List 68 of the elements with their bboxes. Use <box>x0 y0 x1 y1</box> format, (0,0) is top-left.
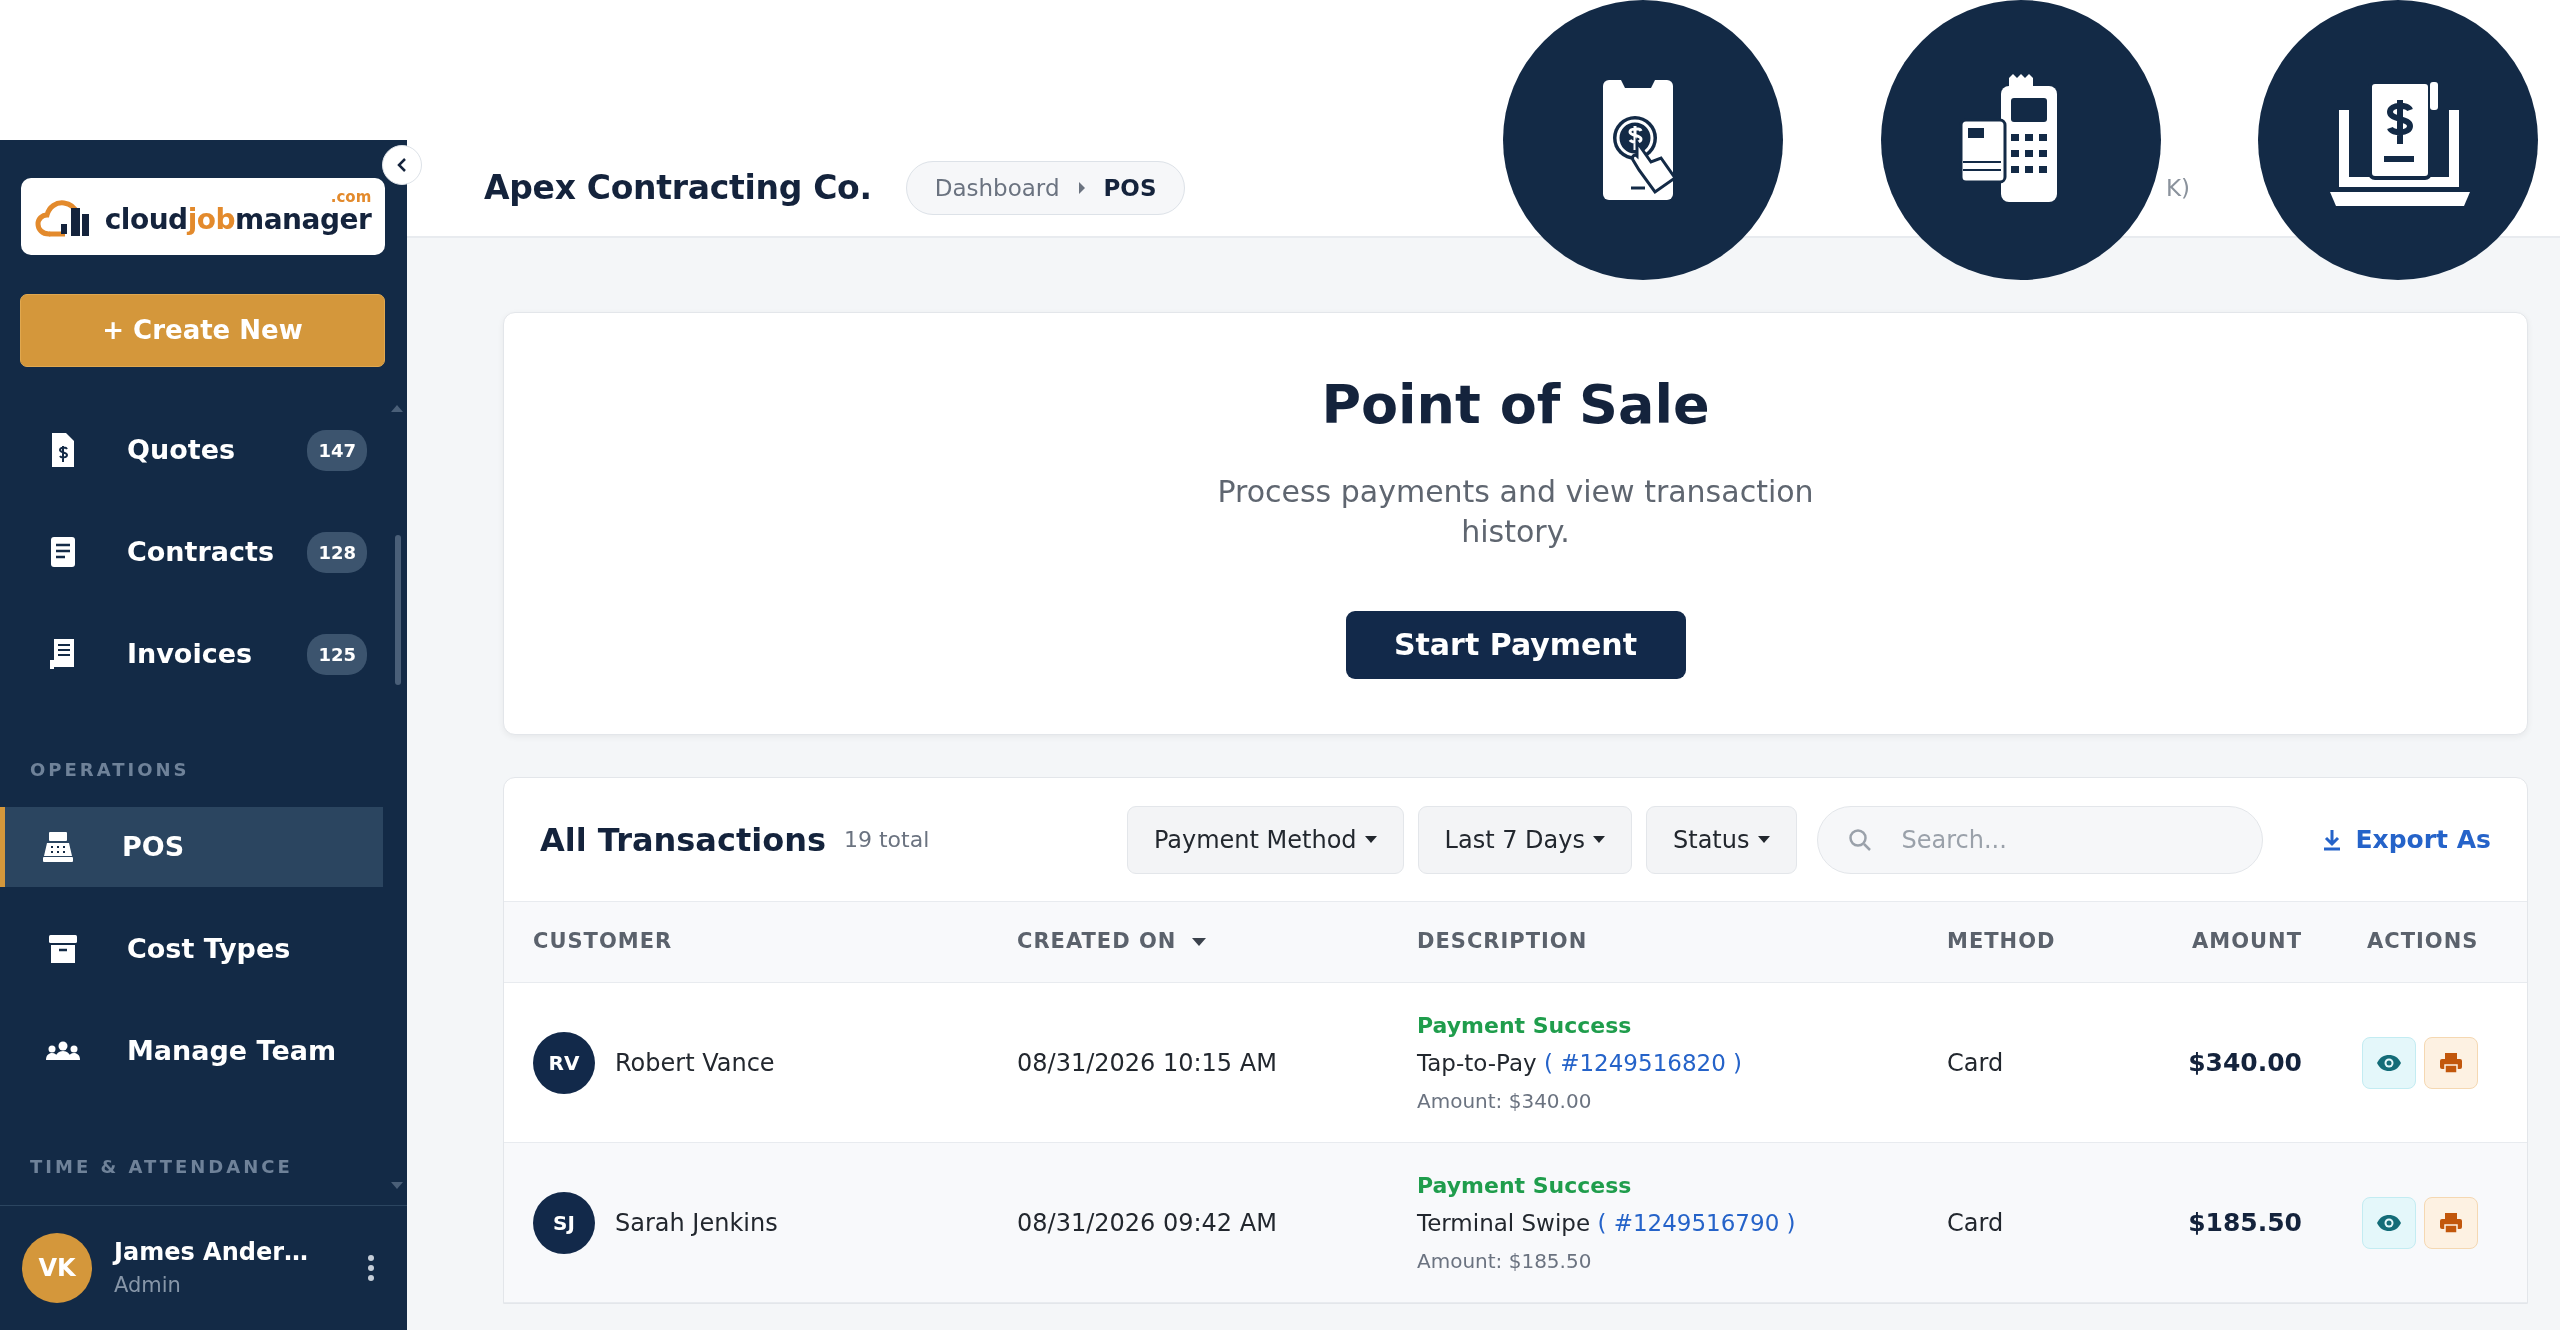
filter-dropdown[interactable]: Payment Method <box>1126 805 1404 874</box>
payment-channel: Terminal Swipe <box>1417 1209 1591 1236</box>
column-header: METHOD <box>1947 928 2056 956</box>
payment-method: Card <box>1947 1048 2004 1077</box>
sidebar-item[interactable]: Invoices 125 <box>0 614 383 694</box>
section-heading: OPERATIONS <box>29 758 191 782</box>
print-button[interactable] <box>2424 1196 2478 1249</box>
payment-status: Payment Success <box>1417 1171 1633 1200</box>
sidebar-item[interactable]: POS <box>0 807 383 887</box>
view-button[interactable] <box>2362 1036 2416 1089</box>
export-link[interactable]: Export As <box>2321 820 2491 859</box>
eye-icon <box>2376 1053 2402 1072</box>
breadcrumb-link[interactable]: Dashboard <box>934 170 1060 206</box>
logo-domain: .com <box>330 189 372 205</box>
amount: $185.50 <box>2188 1207 2302 1237</box>
payment-method: Card <box>1947 1208 2004 1237</box>
search-shortcut-text: K) <box>2165 173 2190 203</box>
customer-name: Sarah Jenkins <box>615 1207 778 1239</box>
amount-note: Amount: $185.50 <box>1417 1248 1593 1276</box>
column-header: AMOUNT <box>2192 928 2302 956</box>
chevron-right-icon <box>1077 182 1086 194</box>
download-icon <box>2321 827 2342 852</box>
total-count: 19 total <box>844 826 930 854</box>
search-field[interactable]: Search... <box>1816 805 2263 874</box>
count-badge: 147 <box>307 429 367 471</box>
column-header[interactable]: CREATED ON <box>1017 926 1177 958</box>
view-button[interactable] <box>2362 1196 2416 1249</box>
payment-channel: Tap-to-Pay <box>1417 1049 1537 1076</box>
count-badge: 128 <box>307 531 367 573</box>
chevron-left-icon <box>395 156 409 174</box>
column-header: CUSTOMER <box>533 928 673 956</box>
eye-icon <box>2376 1213 2402 1232</box>
filter-dropdown[interactable]: Last 7 Days <box>1417 805 1632 874</box>
count-badge: 125 <box>307 633 367 675</box>
company-name: Apex Contracting Co. <box>484 167 872 210</box>
breadcrumb-current: POS <box>1103 173 1157 203</box>
customer-name: Robert Vance <box>615 1047 775 1079</box>
customer-avatar: RV <box>533 1031 595 1094</box>
created-date: 08/31/2026 09:42 AM <box>1017 1208 1277 1237</box>
user-role: Admin <box>114 1272 182 1300</box>
sidebar-item[interactable]: Contracts 128 <box>0 512 383 592</box>
transaction-link[interactable]: ( #1249516790 ) <box>1597 1209 1796 1236</box>
transaction-link[interactable]: ( #1249516820 ) <box>1543 1049 1743 1076</box>
section-title: All Transactions <box>540 819 826 861</box>
kebab-menu-icon <box>367 1255 375 1281</box>
created-date: 08/31/2026 10:15 AM <box>1017 1048 1277 1077</box>
sidebar-item[interactable]: Cost Types <box>0 909 383 989</box>
sort-caret-icon[interactable] <box>1192 938 1207 946</box>
printer-icon <box>2439 1051 2463 1074</box>
user-name: James Ander… <box>114 1237 308 1269</box>
printer-icon <box>2439 1211 2463 1234</box>
customer-avatar: SJ <box>533 1191 595 1254</box>
search-icon <box>1846 826 1873 853</box>
column-header: DESCRIPTION <box>1417 928 1588 956</box>
column-header: ACTIONS <box>2367 928 2479 956</box>
print-button[interactable] <box>2424 1036 2478 1089</box>
logo-wordmark: cloudjobmanager <box>104 204 372 236</box>
filter-dropdown[interactable]: Status <box>1646 805 1797 874</box>
amount-note: Amount: $340.00 <box>1417 1088 1593 1116</box>
section-heading: TIME & ATTENDANCE <box>29 1155 294 1179</box>
payment-status: Payment Success <box>1417 1011 1633 1040</box>
amount: $340.00 <box>2188 1047 2302 1077</box>
scrollbar-thumb[interactable] <box>395 535 401 685</box>
page-title: Point of Sale <box>1321 373 1710 438</box>
sidebar-item[interactable]: Quotes 147 <box>0 410 383 490</box>
sidebar-item[interactable]: Manage Team <box>0 1011 383 1091</box>
start-payment-button[interactable]: Start Payment <box>1345 610 1686 679</box>
page-subtitle: Process payments and view transaction history. <box>1216 472 1815 552</box>
